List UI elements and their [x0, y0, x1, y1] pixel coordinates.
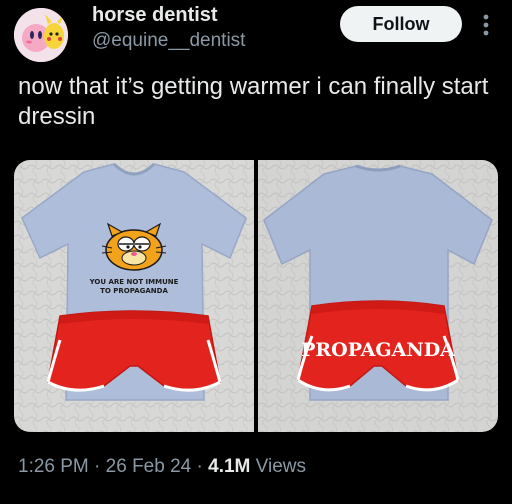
post-time[interactable]: 1:26 PM: [18, 456, 89, 477]
meta-separator: ·: [191, 456, 209, 477]
more-options-button[interactable]: [476, 8, 496, 42]
media-grid: YOU ARE NOT IMMUNE TO PROPAGANDA PROPAGA…: [14, 160, 498, 432]
photo-back[interactable]: PROPAGANDA: [258, 160, 498, 432]
views-label: Views: [250, 456, 306, 477]
display-name[interactable]: horse dentist: [92, 4, 218, 27]
post-text: now that it’s getting warmer i can final…: [18, 73, 489, 130]
outfit-front-image: YOU ARE NOT IMMUNE TO PROPAGANDA: [14, 160, 254, 432]
avatar[interactable]: [14, 8, 68, 62]
post-card: horse dentist @equine__dentist Follow no…: [0, 0, 512, 504]
views-count: 4.1M: [208, 456, 251, 477]
shorts-text: PROPAGANDA: [301, 339, 455, 361]
shirt-text-line1: YOU ARE NOT IMMUNE: [89, 278, 179, 286]
post-meta: 1:26 PM · 26 Feb 24 · 4.1M Views: [18, 456, 306, 478]
user-handle[interactable]: @equine__dentist: [92, 30, 245, 52]
meta-separator: ·: [88, 456, 106, 477]
more-vertical-icon: [483, 14, 489, 36]
post-date[interactable]: 26 Feb 24: [106, 456, 192, 477]
photo-front[interactable]: YOU ARE NOT IMMUNE TO PROPAGANDA: [14, 160, 254, 432]
outfit-back-image: PROPAGANDA: [258, 160, 498, 432]
follow-button[interactable]: Follow: [340, 6, 462, 42]
shirt-text-line2: TO PROPAGANDA: [100, 287, 168, 295]
avatar-image: [14, 8, 68, 62]
